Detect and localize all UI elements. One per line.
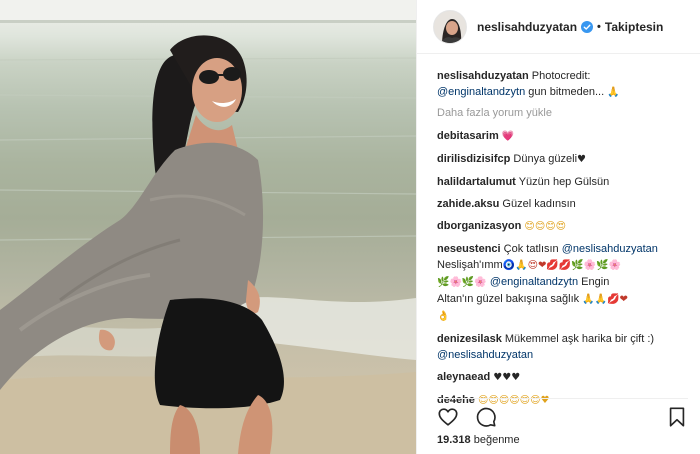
comment-username[interactable]: dirilisdizisifcp xyxy=(437,153,510,165)
instagram-post: neslisahduzyatan • Takiptesin neslisahdu… xyxy=(0,0,700,454)
following-button[interactable]: Takiptesin xyxy=(605,20,663,34)
comment-text: Çok tatlısın xyxy=(503,243,559,255)
verified-badge-icon xyxy=(581,20,594,33)
caption-text: Photocredit: xyxy=(531,70,591,82)
comment-emoji-line4: 🙏🙏💋❤ xyxy=(582,294,628,305)
comment: dborganizasyon 😊😊😊😍 xyxy=(437,218,690,235)
comment-text: Güzel kadınsın xyxy=(502,198,576,210)
heart-icon[interactable] xyxy=(437,406,459,428)
likes-count[interactable]: 19.318 beğenme xyxy=(437,434,520,446)
header-username[interactable]: neslisahduzyatan xyxy=(477,20,577,34)
comment-text: Mükemmel aşk harika bir çift :) xyxy=(504,333,655,345)
comment-username[interactable]: aleynaead xyxy=(437,371,490,383)
post-photo[interactable] xyxy=(0,0,416,454)
comment-emoji: ♥ xyxy=(577,154,586,165)
comment-text: Yüzün hep Gülsün xyxy=(518,176,610,188)
post-header: neslisahduzyatan • Takiptesin xyxy=(417,0,700,54)
comment-emoji: ♥♥♥ xyxy=(493,372,521,383)
comment: halildartalumut Yüzün hep Gülsün xyxy=(437,174,690,190)
avatar-image xyxy=(434,10,466,43)
comment-text-line4: Altan'ın güzel bakışına sağlık xyxy=(437,293,580,305)
avatar[interactable] xyxy=(433,9,467,44)
comment: aleynaead ♥♥♥ xyxy=(437,369,690,386)
comment-username[interactable]: debitasarim xyxy=(437,130,499,142)
comment-text-line2: Neslişah'ımm xyxy=(437,259,503,271)
caption-mention[interactable]: @enginaltandzytn xyxy=(437,86,525,98)
comment-mention[interactable]: @neslisahduzyatan xyxy=(562,243,658,255)
actions-divider xyxy=(437,398,688,399)
comment-emoji-line2: 🧿🙏😍❤💋💋🌿🌸🌿🌸 xyxy=(502,260,622,271)
comment-emoji-line5: 👌 xyxy=(437,311,450,322)
comment-username[interactable]: halildartalumut xyxy=(437,176,516,188)
comment-username[interactable]: neseustenci xyxy=(437,243,501,255)
post-side-panel: neslisahduzyatan • Takiptesin neslisahdu… xyxy=(416,0,700,454)
comment: dirilisdizisifcp Dünya güzeli♥ xyxy=(437,151,690,168)
comments-list: neslisahduzyatan Photocredit: @enginalta… xyxy=(417,54,700,409)
comment-emoji: 💗 xyxy=(501,131,515,142)
comment-icon[interactable] xyxy=(475,406,497,428)
comment-username[interactable]: denizesilask xyxy=(437,333,502,345)
header-separator-dot: • xyxy=(597,20,601,33)
likes-number: 19.318 xyxy=(437,434,471,446)
comment-emoji: 😊😊😊😍 xyxy=(524,221,567,232)
comment-mention[interactable]: @neslisahduzyatan xyxy=(437,349,533,361)
caption-tail: gun bitmeden... xyxy=(528,86,605,98)
comment: neseustenci Çok tatlısın @neslisahduzyat… xyxy=(437,241,690,325)
comment: zahide.aksu Güzel kadınsın xyxy=(437,196,690,212)
comment-username[interactable]: zahide.aksu xyxy=(437,198,499,210)
comment-emoji-line3: 🌿🌸🌿🌸 xyxy=(437,277,487,288)
comment: denizesilask Mükemmel aşk harika bir çif… xyxy=(437,331,690,363)
comment-text: Dünya güzeli xyxy=(513,153,578,165)
caption-username[interactable]: neslisahduzyatan xyxy=(437,70,529,82)
load-more-comments-link[interactable]: Daha fazla yorum yükle xyxy=(437,107,690,119)
caption: neslisahduzyatan Photocredit: @enginalta… xyxy=(437,68,690,101)
comment-mention-2[interactable]: @enginaltandzytn xyxy=(490,276,578,288)
comment-tail: Engin xyxy=(581,276,610,288)
likes-label: beğenme xyxy=(473,434,520,446)
comment-username[interactable]: dborganizasyon xyxy=(437,220,521,232)
post-actions-bar xyxy=(437,404,688,430)
bookmark-icon[interactable] xyxy=(666,406,688,428)
beach-woman-photo xyxy=(0,0,416,454)
comment: debitasarim 💗 xyxy=(437,128,690,145)
caption-emoji: 🙏 xyxy=(607,87,620,98)
